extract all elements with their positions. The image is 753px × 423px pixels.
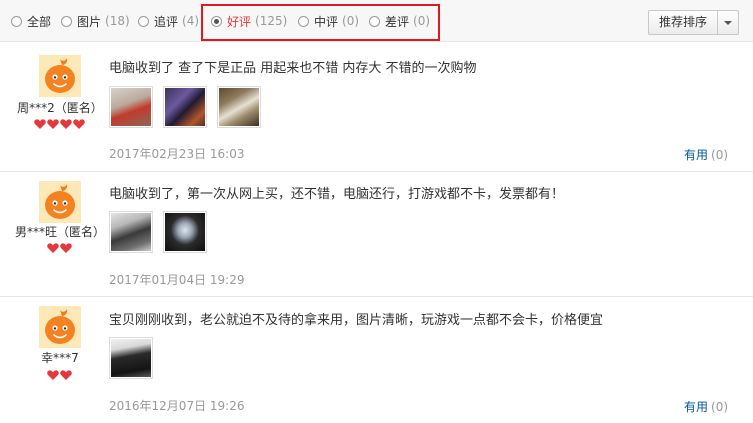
radio-icon [138,15,149,27]
review-photos [109,211,207,253]
user-name: 男***旺（匿名） [14,225,105,239]
review-time: 2017年02月23日 16:03 [109,147,245,161]
radio-icon [11,15,22,27]
rating [34,119,85,129]
useful-count: (0) [711,148,729,162]
chevron-down-icon [718,11,738,34]
filter-all[interactable]: 全部 [11,13,51,29]
useful-label: 有用 [684,400,709,414]
heart-icon [60,370,72,380]
heart-icon [47,119,59,129]
review-photo[interactable] [109,337,153,379]
review-photo[interactable] [163,86,207,128]
sort-label: 推荐排序 [649,11,718,34]
review-text: 宝贝刚刚收到，老公就迫不及待的拿来用，图片清晰，玩游戏一点都不会卡，价格便宜 [109,313,604,328]
user-name: 周***2（匿名） [17,101,103,115]
review-text: 电脑收到了，第一次从网上买，还不错，电脑还行，打游戏都不卡，发票都有！ [109,187,565,202]
review-item: 男***旺（匿名） 电脑收到了，第一次从网上买，还不错，电脑还行，打游戏都不卡，… [0,172,753,296]
review-item: 周***2（匿名） 电脑收到了 查了下是正品 用起来也不错 内存大 不错的一次购… [0,43,753,171]
review-photos [109,337,153,379]
user-name: 幸***7 [41,351,79,365]
review-filter-bar: 全部 图片 (18) 追评 (4) 好评 (125) 中评 (0) 差评 (0)… [0,0,753,42]
heart-icon [47,243,59,253]
highlight-box [201,4,440,41]
heart-icon [73,119,85,129]
sort-dropdown[interactable]: 推荐排序 [648,10,739,35]
heart-icon [47,370,59,380]
rating [47,370,72,380]
review-time: 2017年01月04日 19:29 [109,273,245,287]
radio-icon [61,15,72,27]
review-text: 电脑收到了 查了下是正品 用起来也不错 内存大 不错的一次购物 [109,61,477,76]
heart-icon [34,119,46,129]
avatar [39,306,81,348]
review-item: 幸***7 宝贝刚刚收到，老公就迫不及待的拿来用，图片清晰，玩游戏一点都不会卡，… [0,297,753,423]
avatar [39,55,81,97]
useful-button[interactable]: 有用 (0) [684,398,728,415]
review-photo[interactable] [109,211,153,253]
useful-label: 有用 [684,148,709,162]
rating [47,243,72,253]
avatar [39,181,81,223]
review-photo[interactable] [163,211,207,253]
heart-icon [60,243,72,253]
filter-photos[interactable]: 图片 (18) [61,13,130,29]
review-photo[interactable] [109,86,153,128]
heart-icon [60,119,72,129]
review-photo[interactable] [217,86,261,128]
review-photos [109,86,261,128]
useful-button[interactable]: 有用 (0) [684,146,728,163]
filter-followup[interactable]: 追评 (4) [138,13,199,29]
useful-count: (0) [711,400,729,414]
review-time: 2016年12月07日 19:26 [109,399,245,413]
